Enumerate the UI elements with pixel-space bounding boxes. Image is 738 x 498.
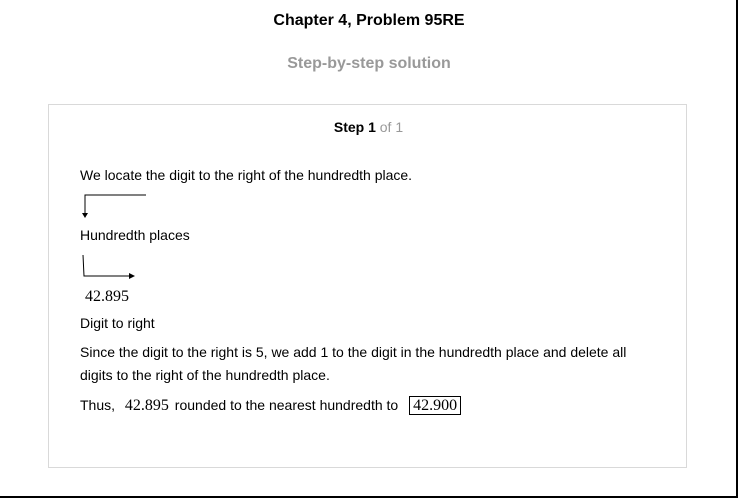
digit-to-right-label: Digit to right — [80, 315, 155, 331]
thus-prefix: Thus, — [80, 397, 116, 413]
explanation-line-1: Since the digit to the right is 5, we ad… — [80, 344, 627, 360]
explanation-line-2: digits to the right of the hundredth pla… — [80, 367, 330, 383]
step-count: of 1 — [379, 119, 404, 135]
thus-middle-text: rounded to the nearest hundredth to — [174, 397, 399, 413]
solution-card: Step 1 of 1 We locate the digit to the r… — [48, 104, 687, 468]
page-title: Chapter 4, Problem 95RE — [273, 12, 465, 29]
thus-number: 42.895 — [124, 397, 169, 414]
step-header: Step 1 of 1 — [49, 119, 688, 135]
intro-text: We locate the digit to the right of the … — [80, 167, 413, 183]
boxed-answer: 42.900 — [409, 396, 462, 415]
conclusion-line: Thus, 42.895 rounded to the nearest hund… — [80, 394, 462, 417]
right-arrow-icon — [82, 254, 135, 279]
solution-subtitle: Step-by-step solution — [287, 55, 451, 72]
number-display: 42.895 — [85, 288, 129, 305]
step-label: Step 1 — [333, 119, 376, 135]
down-arrow-icon — [82, 194, 146, 218]
hundredth-places-label: Hundredth places — [80, 227, 190, 243]
